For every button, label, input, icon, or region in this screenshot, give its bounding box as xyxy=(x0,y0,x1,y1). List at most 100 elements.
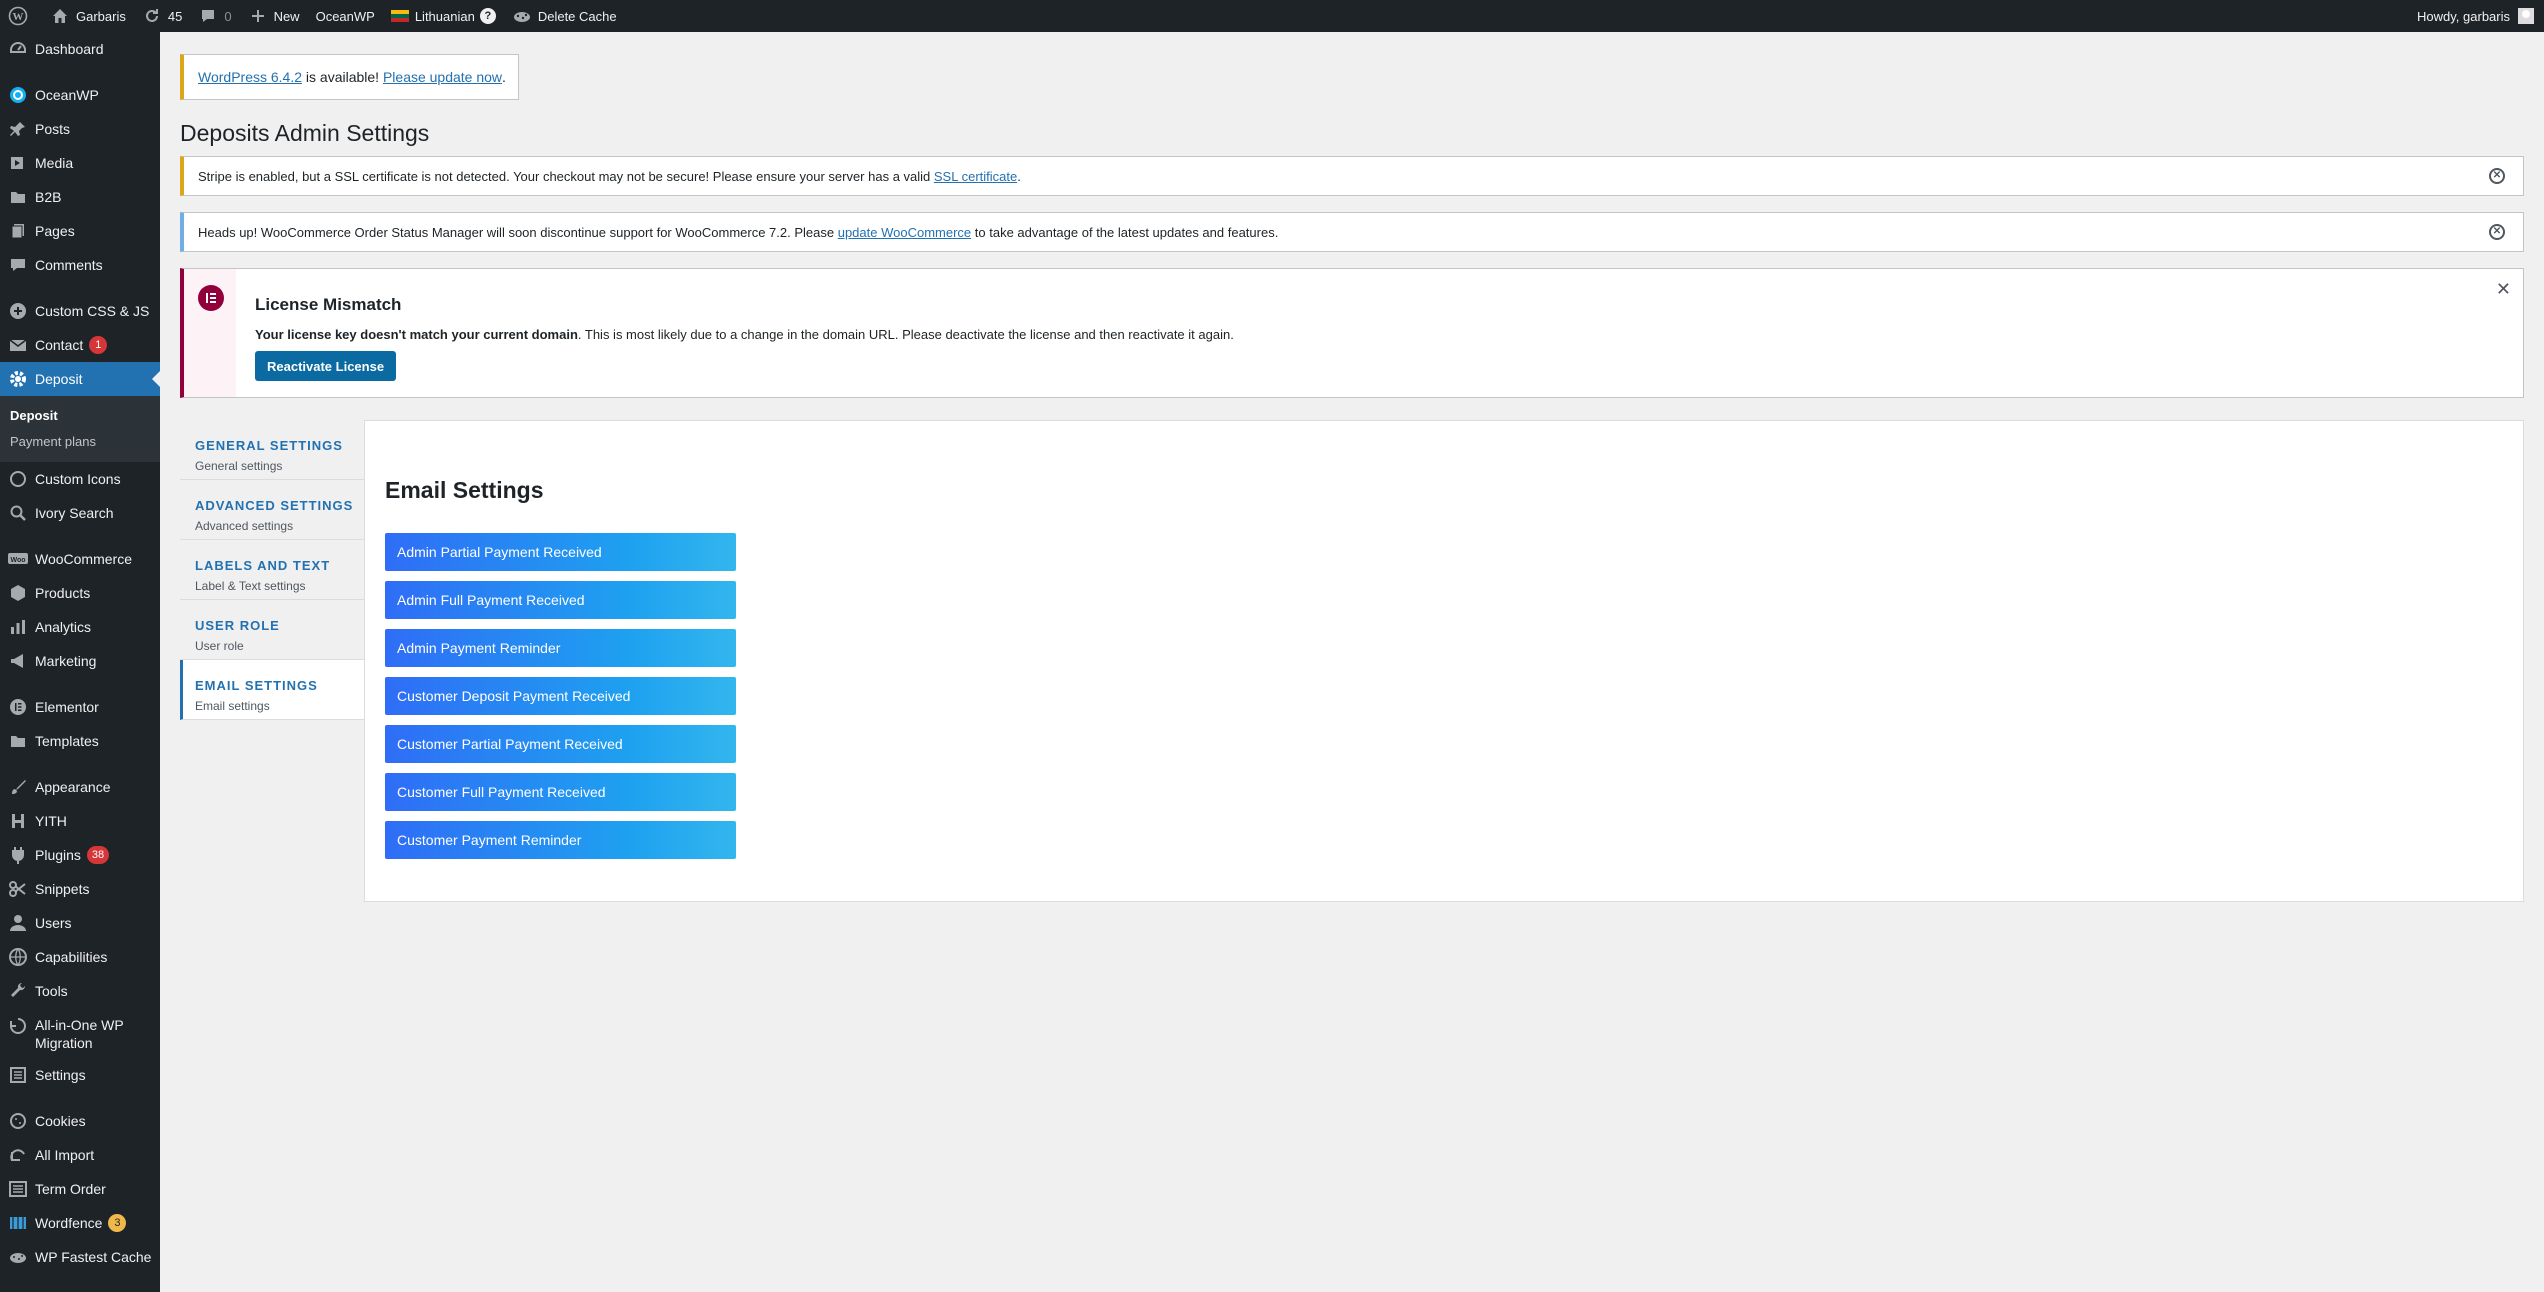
email-admin-full-payment-received-button[interactable]: Admin Full Payment Received xyxy=(385,581,736,619)
submenu-item-payment-plans[interactable]: Payment plans xyxy=(0,428,160,454)
tab-title: General Settings xyxy=(195,438,343,453)
sidebar-item-dashboard[interactable]: Dashboard xyxy=(0,32,160,66)
brush-icon xyxy=(8,777,28,797)
comments-menu[interactable]: 0 xyxy=(190,0,239,32)
sidebar-item-templates[interactable]: Templates xyxy=(0,724,160,758)
delete-cache-menu[interactable]: Delete Cache xyxy=(504,0,625,32)
pin-icon xyxy=(8,119,28,139)
sidebar-item-yith[interactable]: YITH xyxy=(0,804,160,838)
tab-labels-and-text[interactable]: Labels and Text Label & Text settings xyxy=(180,540,364,600)
sidebar-item-wordfence[interactable]: Wordfence 3 xyxy=(0,1206,160,1240)
dismiss-stripe-notice-icon[interactable]: ✕ xyxy=(2489,168,2505,184)
sidebar-item-label: Dashboard xyxy=(35,41,104,57)
sidebar-item-label: Wordfence xyxy=(35,1215,103,1231)
sidebar-item-snippets[interactable]: Snippets xyxy=(0,872,160,906)
sidebar-item-label: B2B xyxy=(35,189,62,205)
oceanwp-label: OceanWP xyxy=(315,8,375,24)
sidebar-item-all-import[interactable]: All Import xyxy=(0,1138,160,1172)
sidebar-item-contact[interactable]: Contact 1 xyxy=(0,328,160,362)
sidebar-item-elementor[interactable]: Elementor xyxy=(0,690,160,724)
wp-logo-menu[interactable]: W xyxy=(0,0,42,32)
gear-icon xyxy=(8,369,28,389)
tab-title: Advanced Settings xyxy=(195,498,354,513)
sidebar-item-oceanwp[interactable]: OceanWP xyxy=(0,78,160,112)
my-account-menu[interactable]: Howdy, garbaris xyxy=(2417,8,2544,24)
sidebar-item-cookies[interactable]: Cookies xyxy=(0,1104,160,1138)
update-now-link[interactable]: Please update now xyxy=(383,69,502,85)
sidebar-item-marketing[interactable]: Marketing xyxy=(0,644,160,678)
sidebar-item-label: Plugins xyxy=(35,847,81,863)
license-message-rest: . This is most likely due to a change in… xyxy=(577,327,1234,342)
sidebar-item-custom-css-js[interactable]: Custom CSS & JS xyxy=(0,294,160,328)
sidebar-item-analytics[interactable]: Analytics xyxy=(0,610,160,644)
tab-advanced-settings[interactable]: Advanced Settings Advanced settings xyxy=(180,480,364,540)
sidebar-item-all-in-one-wp-migration[interactable]: All-in-One WP Migration xyxy=(0,1008,160,1058)
sidebar-item-plugins[interactable]: Plugins 38 xyxy=(0,838,160,872)
close-license-notice-icon[interactable]: ✕ xyxy=(2496,279,2511,300)
tab-general-settings[interactable]: General Settings General settings xyxy=(180,420,364,480)
sidebar-item-users[interactable]: Users xyxy=(0,906,160,940)
sidebar-item-custom-icons[interactable]: Custom Icons xyxy=(0,462,160,496)
update-nag: WordPress 6.4.2 is available! Please upd… xyxy=(180,54,519,100)
comment-icon xyxy=(8,255,28,275)
sidebar-item-deposit[interactable]: Deposit xyxy=(0,362,160,396)
sidebar-item-label: WP Fastest Cache xyxy=(35,1249,152,1265)
sidebar-item-products[interactable]: Products xyxy=(0,576,160,610)
megaphone-icon xyxy=(8,651,28,671)
site-name-menu[interactable]: Garbaris xyxy=(42,0,134,32)
deposit-submenu: Deposit Payment plans xyxy=(0,396,160,462)
sidebar-item-comments[interactable]: Comments xyxy=(0,248,160,282)
help-icon[interactable]: ? xyxy=(479,8,496,24)
sidebar-item-posts[interactable]: Posts xyxy=(0,112,160,146)
email-customer-deposit-payment-received-button[interactable]: Customer Deposit Payment Received xyxy=(385,677,736,715)
sidebar-item-label: All-in-One WP Migration xyxy=(35,1017,124,1051)
sidebar-item-label: Settings xyxy=(35,1067,86,1083)
wordpress-version-link[interactable]: WordPress 6.4.2 xyxy=(198,69,302,85)
sidebar-item-pages[interactable]: Pages xyxy=(0,214,160,248)
updates-count: 45 xyxy=(167,8,183,24)
sidebar-item-media[interactable]: Media xyxy=(0,146,160,180)
import-icon xyxy=(8,1145,28,1165)
updates-icon xyxy=(142,6,162,26)
sidebar-item-label: Media xyxy=(35,155,74,171)
email-customer-full-payment-received-button[interactable]: Customer Full Payment Received xyxy=(385,773,736,811)
box-icon xyxy=(8,583,28,603)
tab-subtitle: User role xyxy=(195,639,244,653)
cookie-icon xyxy=(8,1111,28,1131)
email-customer-partial-payment-received-button[interactable]: Customer Partial Payment Received xyxy=(385,725,736,763)
sidebar-item-label: Posts xyxy=(35,121,71,137)
tab-user-role[interactable]: User Role User role xyxy=(180,600,364,660)
email-customer-payment-reminder-button[interactable]: Customer Payment Reminder xyxy=(385,821,736,859)
sidebar-item-settings[interactable]: Settings xyxy=(0,1058,160,1092)
new-content-menu[interactable]: New xyxy=(240,0,308,32)
language-menu[interactable]: Lithuanian ? xyxy=(383,0,504,32)
reactivate-license-button[interactable]: Reactivate License xyxy=(255,351,397,381)
page-title: Deposits Admin Settings xyxy=(180,120,430,146)
new-label: New xyxy=(273,8,300,24)
comments-count: 0 xyxy=(224,8,232,24)
email-admin-payment-reminder-button[interactable]: Admin Payment Reminder xyxy=(385,629,736,667)
sidebar-item-woocommerce[interactable]: Woo WooCommerce xyxy=(0,542,160,576)
sidebar-item-capabilities[interactable]: Capabilities xyxy=(0,940,160,974)
sidebar-item-label: Custom Icons xyxy=(35,471,121,487)
oceanwp-menu[interactable]: OceanWP xyxy=(308,0,383,32)
settings-panel: Email Settings Admin Partial Payment Rec… xyxy=(364,420,2524,902)
sidebar-item-tools[interactable]: Tools xyxy=(0,974,160,1008)
sidebar-item-b2b[interactable]: B2B xyxy=(0,180,160,214)
sidebar-item-ivory-search[interactable]: Ivory Search xyxy=(0,496,160,530)
sidebar-item-wp-fastest-cache[interactable]: WP Fastest Cache xyxy=(0,1240,160,1274)
submenu-item-deposit[interactable]: Deposit xyxy=(0,402,160,428)
language-label: Lithuanian xyxy=(414,8,475,24)
sidebar-item-appearance[interactable]: Appearance xyxy=(0,770,160,804)
search-icon xyxy=(8,503,28,523)
dismiss-woo-notice-icon[interactable]: ✕ xyxy=(2489,224,2505,240)
sidebar-item-term-order[interactable]: Term Order xyxy=(0,1172,160,1206)
ssl-certificate-link[interactable]: SSL certificate xyxy=(934,169,1017,184)
woocommerce-notice: Heads up! WooCommerce Order Status Manag… xyxy=(180,212,2524,252)
menu-separator xyxy=(0,678,160,690)
sidebar-item-label: Elementor xyxy=(35,699,99,715)
tab-email-settings[interactable]: Email Settings Email settings xyxy=(180,660,364,720)
email-admin-partial-payment-received-button[interactable]: Admin Partial Payment Received xyxy=(385,533,736,571)
updates-menu[interactable]: 45 xyxy=(134,0,190,32)
update-woocommerce-link[interactable]: update WooCommerce xyxy=(838,225,971,240)
